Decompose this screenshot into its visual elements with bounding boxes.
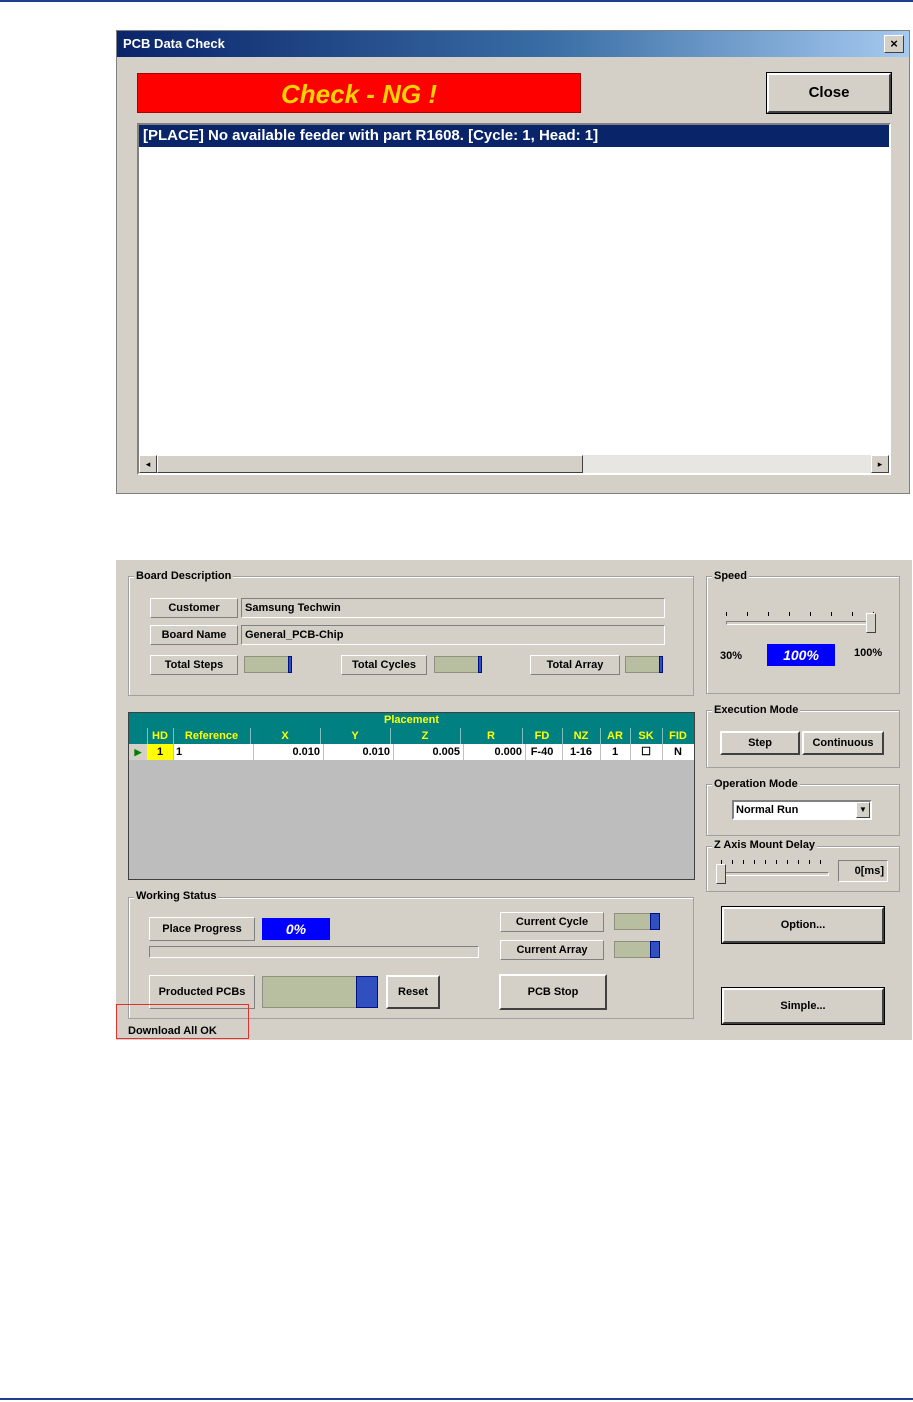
column-header[interactable]: FID [662, 728, 694, 744]
total-steps-label: Total Steps [150, 655, 238, 675]
working-status-label: Working Status [134, 890, 219, 902]
scroll-left-icon[interactable]: ◂ [139, 455, 157, 473]
z-axis-slider-track[interactable] [721, 872, 829, 876]
cell-sk-checkbox[interactable]: ☐ [630, 744, 663, 760]
close-button[interactable]: Close [766, 72, 892, 114]
dialog-title: PCB Data Check [123, 36, 225, 51]
total-steps-counter [244, 656, 292, 673]
column-header[interactable]: Y [320, 728, 391, 744]
place-progress-label: Place Progress [149, 917, 255, 941]
place-progress-bar [149, 946, 479, 958]
continuous-button[interactable]: Continuous [802, 731, 884, 755]
board-description-label: Board Description [134, 570, 234, 582]
placement-title: Placement [129, 713, 694, 728]
speed-value-box: 100% [767, 644, 835, 666]
current-cycle-digit [650, 913, 660, 930]
total-array-digit [659, 656, 663, 673]
status-highlight-box [116, 1004, 249, 1039]
simple-button[interactable]: Simple... [721, 987, 885, 1025]
reset-button[interactable]: Reset [386, 975, 440, 1009]
horizontal-scrollbar[interactable]: ◂ ▸ [139, 455, 889, 473]
column-header[interactable]: NZ [562, 728, 601, 744]
speed-slider-ticks [726, 612, 876, 618]
column-header[interactable]: SK [630, 728, 663, 744]
total-cycles-counter [434, 656, 482, 673]
message-row[interactable]: [PLACE] No available feeder with part R1… [139, 125, 889, 147]
board-name-field[interactable]: General_PCB-Chip [241, 625, 665, 645]
message-list[interactable]: [PLACE] No available feeder with part R1… [137, 123, 891, 475]
z-axis-value: 0[ms] [838, 860, 888, 882]
row-indicator-icon: ▶ [129, 744, 148, 760]
column-header[interactable]: FD [522, 728, 563, 744]
main-panel: Board Description Customer Samsung Techw… [116, 560, 912, 1040]
column-header[interactable]: AR [600, 728, 631, 744]
dialog-titlebar: PCB Data Check × [117, 31, 909, 57]
cell-y[interactable]: 0.010 [320, 744, 394, 760]
producted-pcbs-digit [356, 976, 378, 1008]
total-steps-digit [288, 656, 292, 673]
total-cycles-label: Total Cycles [341, 655, 427, 675]
page-bottom-rule [0, 1398, 913, 1400]
total-array-counter [625, 656, 663, 673]
pcb-data-check-dialog: PCB Data Check × Check - NG ! Close [PLA… [116, 30, 910, 494]
cell-z[interactable]: 0.005 [390, 744, 464, 760]
current-cycle-label: Current Cycle [500, 912, 604, 932]
chevron-down-icon[interactable]: ▼ [856, 802, 870, 818]
speed-group [706, 576, 900, 694]
cell-ar[interactable]: 1 [600, 744, 631, 760]
execution-mode-label: Execution Mode [712, 704, 801, 716]
z-axis-slider-thumb[interactable] [716, 864, 726, 884]
table-row[interactable]: ▶ 1 1 0.010 0.010 0.005 0.000 F-40 1-16 … [129, 744, 694, 760]
cell-fd[interactable]: F-40 [522, 744, 563, 760]
cell-fid[interactable]: N [662, 744, 694, 760]
close-icon[interactable]: × [884, 35, 904, 53]
column-header[interactable]: R [460, 728, 523, 744]
scroll-thumb[interactable] [157, 455, 583, 473]
cell-x[interactable]: 0.010 [250, 744, 324, 760]
page-top-rule [0, 0, 913, 2]
customer-field[interactable]: Samsung Techwin [241, 598, 665, 618]
customer-label: Customer [150, 598, 238, 618]
option-button[interactable]: Option... [721, 906, 885, 944]
column-header[interactable]: X [250, 728, 321, 744]
step-button[interactable]: Step [720, 731, 800, 755]
cell-nz[interactable]: 1-16 [562, 744, 601, 760]
column-header[interactable]: Z [390, 728, 461, 744]
cell-reference[interactable]: 1 [173, 744, 254, 760]
z-axis-slider-ticks [721, 860, 829, 866]
operation-mode-value: Normal Run [736, 804, 799, 816]
current-array-digit [650, 941, 660, 958]
total-cycles-digit [478, 656, 482, 673]
operation-mode-select[interactable]: Normal Run ▼ [732, 800, 872, 820]
speed-max-label: 100% [854, 647, 883, 659]
placement-header-row: HD Reference X Y Z R FD NZ AR SK FID [129, 728, 694, 744]
cell-hd[interactable]: 1 [147, 744, 174, 760]
total-array-label: Total Array [530, 655, 620, 675]
current-array-label: Current Array [500, 940, 604, 960]
place-progress-value: 0% [262, 918, 330, 940]
placement-grid[interactable]: Placement HD Reference X Y Z R FD NZ AR … [128, 712, 695, 880]
column-header[interactable]: HD [147, 728, 174, 744]
z-axis-label: Z Axis Mount Delay [712, 839, 818, 851]
cell-r[interactable]: 0.000 [460, 744, 526, 760]
board-name-label: Board Name [150, 625, 238, 645]
speed-slider-track[interactable] [726, 621, 876, 625]
speed-slider-thumb[interactable] [866, 613, 876, 633]
speed-label: Speed [712, 570, 750, 582]
row-indicator-header [129, 728, 148, 744]
scroll-right-icon[interactable]: ▸ [871, 455, 889, 473]
column-header[interactable]: Reference [173, 728, 251, 744]
speed-min-label: 30% [720, 650, 743, 662]
check-result-banner: Check - NG ! [137, 73, 581, 113]
operation-mode-label: Operation Mode [712, 778, 800, 790]
pcb-stop-button[interactable]: PCB Stop [499, 974, 607, 1010]
